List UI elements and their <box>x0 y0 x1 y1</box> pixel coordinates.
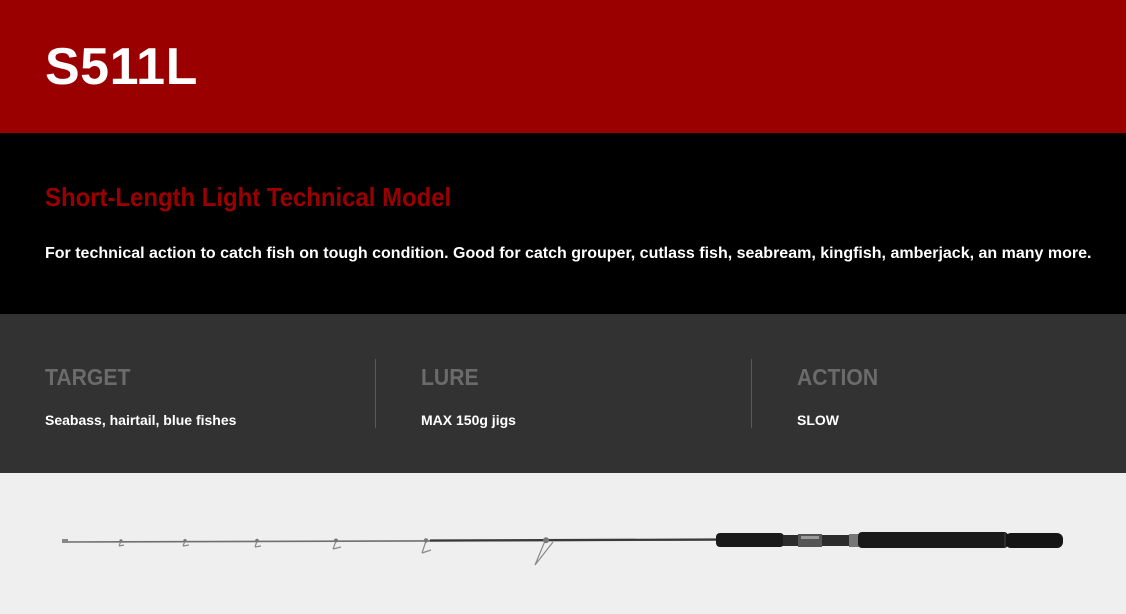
specs-section: TARGET Seabass, hairtail, blue fishes LU… <box>0 314 1126 473</box>
spec-target-label: TARGET <box>45 364 131 390</box>
spec-divider <box>751 359 752 428</box>
spec-lure-label: LURE <box>421 364 479 390</box>
product-image-section <box>0 473 1126 614</box>
spec-action: ACTION SLOW <box>797 359 1126 429</box>
spec-lure: LURE MAX 150g jigs <box>421 359 751 429</box>
fishing-rod-image <box>62 532 1063 566</box>
spec-target-value: Seabass, hairtail, blue fishes <box>45 412 237 428</box>
model-header: S511L <box>0 0 1126 133</box>
description-title: Short-Length Light Technical Model <box>45 182 452 212</box>
description-section: Short-Length Light Technical Model For t… <box>0 133 1126 314</box>
spec-lure-value: MAX 150g jigs <box>421 412 516 428</box>
description-body: For technical action to catch fish on to… <box>45 245 1092 262</box>
spec-action-value: SLOW <box>797 412 839 428</box>
spec-divider <box>375 359 376 428</box>
spec-action-label: ACTION <box>797 364 879 390</box>
model-title: S511L <box>45 38 198 96</box>
spec-target: TARGET Seabass, hairtail, blue fishes <box>45 359 375 429</box>
